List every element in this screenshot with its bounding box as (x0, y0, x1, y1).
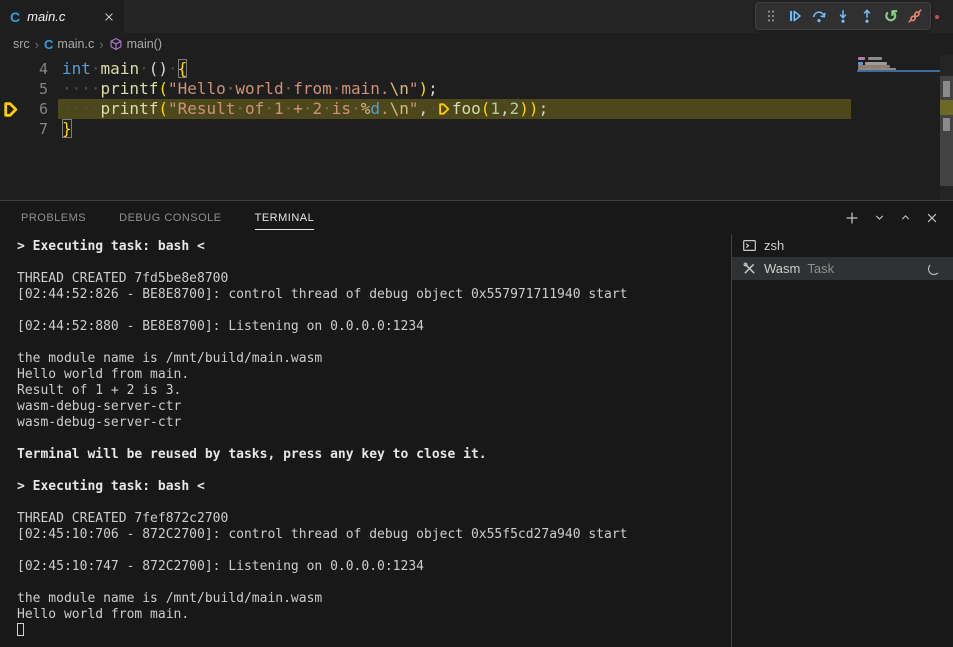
terminal-line: [02:44:52:880 - BE8E8700]: Listening on … (17, 319, 731, 335)
code-text: ····printf("Hello·world·from·main.\n"); (62, 79, 438, 99)
terminal-line: wasm-debug-server-ctr (17, 399, 731, 415)
terminal-line (17, 623, 731, 639)
symbol-namespace-icon (109, 37, 123, 51)
terminal-line: Hello world from main. (17, 367, 731, 383)
terminal-line (17, 255, 731, 271)
bottom-panel: PROBLEMS DEBUG CONSOLE TERMINAL > Execut… (0, 200, 953, 647)
debug-step-into-button[interactable] (831, 4, 855, 28)
terminal-line: > Executing task: bash < (17, 479, 731, 495)
debug-toolbar: ↺ (755, 2, 931, 30)
terminal-line: THREAD CREATED 7fd5be8e8700 (17, 271, 731, 287)
terminal-line: wasm-debug-server-ctr (17, 415, 731, 431)
debug-disconnect-button[interactable] (903, 4, 927, 28)
terminal-item-desc: Task (807, 261, 834, 276)
overview-ruler-mark (943, 118, 950, 131)
breadcrumb-symbol[interactable]: main() (127, 37, 162, 51)
tab-debug-console[interactable]: DEBUG CONSOLE (119, 206, 221, 230)
minimap[interactable] (857, 56, 940, 76)
terminal-line: the module name is /mnt/build/main.wasm (17, 591, 731, 607)
terminal-line (17, 495, 731, 511)
chevron-right-icon: › (99, 37, 103, 52)
code-line[interactable]: 6····printf("Result·of·1·+·2·is·%d.\n",·… (0, 99, 953, 119)
code-text: ····printf("Result·of·1·+·2·is·%d.\n",·f… (62, 99, 548, 119)
toolbar-gripper-icon[interactable] (759, 4, 783, 28)
code-line[interactable]: 7} (0, 119, 953, 139)
debug-continue-button[interactable] (783, 4, 807, 28)
task-running-spinner-icon (928, 263, 940, 275)
vscode-window: C main.c (0, 0, 953, 647)
terminal-line: the module name is /mnt/build/main.wasm (17, 351, 731, 367)
minimap-mark (868, 57, 882, 60)
terminal-line (17, 543, 731, 559)
tools-icon (742, 261, 757, 276)
code-editor[interactable]: 4 int·main·()·{ 5 ····printf("Hello·world·f… (0, 55, 953, 200)
overview-ruler-current-line (940, 100, 953, 115)
terminal-cursor (17, 623, 24, 636)
tab-main-c[interactable]: C main.c (0, 0, 124, 33)
terminal-line: > Executing task: bash < (17, 239, 731, 255)
terminal-item-wasm-task[interactable]: Wasm Task (732, 257, 953, 280)
terminal-line: [02:44:52:826 - BE8E8700]: control threa… (17, 287, 731, 303)
panel-header: PROBLEMS DEBUG CONSOLE TERMINAL (0, 201, 953, 234)
terminal-line: Terminal will be reused by tasks, press … (17, 447, 731, 463)
terminal-item-label: Wasm (764, 261, 800, 276)
line-number: 4 (0, 59, 48, 79)
tab-problems[interactable]: PROBLEMS (21, 206, 86, 230)
terminal-list: zsh Wasm Task (731, 234, 953, 647)
minimap-viewport-line (857, 70, 940, 72)
c-file-icon: C (44, 38, 53, 51)
breadcrumb-src[interactable]: src (13, 37, 30, 51)
tab-bar: C main.c (0, 0, 953, 33)
terminal-item-label: zsh (764, 238, 784, 253)
terminal-line: [02:45:10:706 - 872C2700]: control threa… (17, 527, 731, 543)
notification-dot (935, 15, 939, 19)
terminal-line (17, 463, 731, 479)
terminal-line (17, 575, 731, 591)
terminal-item-zsh[interactable]: zsh (732, 234, 953, 257)
maximize-panel-button[interactable] (899, 211, 912, 224)
debug-step-out-button[interactable] (855, 4, 879, 28)
terminal-lines: > Executing task: bash < THREAD CREATED … (17, 239, 731, 639)
close-panel-button[interactable] (925, 211, 939, 225)
line-number: 5 (0, 79, 48, 99)
terminal-line (17, 431, 731, 447)
terminal-dropdown-chevron-icon[interactable] (873, 211, 886, 224)
terminal-line: Hello world from main. (17, 607, 731, 623)
chevron-right-icon: › (35, 37, 39, 52)
code-line[interactable]: 5 ····printf("Hello·world·from·main.\n"); (0, 79, 953, 99)
terminal-icon (742, 238, 757, 253)
panel-actions (844, 210, 939, 226)
close-tab-icon[interactable] (104, 12, 114, 22)
new-terminal-button[interactable] (844, 210, 860, 226)
terminal-line: THREAD CREATED 7fef872c2700 (17, 511, 731, 527)
terminal-output[interactable]: > Executing task: bash < THREAD CREATED … (0, 234, 731, 647)
c-file-icon: C (10, 10, 20, 24)
debug-step-over-button[interactable] (807, 4, 831, 28)
terminal-line (17, 335, 731, 351)
code-text: } (62, 119, 72, 139)
breadcrumb-file[interactable]: main.c (57, 37, 94, 51)
tab-label: main.c (27, 9, 65, 24)
debug-restart-button[interactable]: ↺ (879, 4, 903, 28)
inline-debug-target-icon (438, 101, 450, 121)
code-text: int·main·()·{ (62, 59, 187, 79)
editor-scrollbar[interactable] (940, 55, 953, 200)
code-line[interactable]: 4 int·main·()·{ (0, 59, 953, 79)
terminal-line: Result of 1 + 2 is 3. (17, 383, 731, 399)
breadcrumb: src › C main.c › main() (0, 33, 953, 55)
debug-current-line-arrow-icon (3, 101, 18, 123)
tab-terminal[interactable]: TERMINAL (255, 206, 315, 230)
overview-ruler-mark (943, 81, 950, 97)
terminal-line: [02:45:10:747 - 872C2700]: Listening on … (17, 559, 731, 575)
terminal-line (17, 303, 731, 319)
editor-lines: 4 int·main·()·{ 5 ····printf("Hello·world·f… (0, 59, 953, 139)
minimap-mark (858, 57, 865, 60)
